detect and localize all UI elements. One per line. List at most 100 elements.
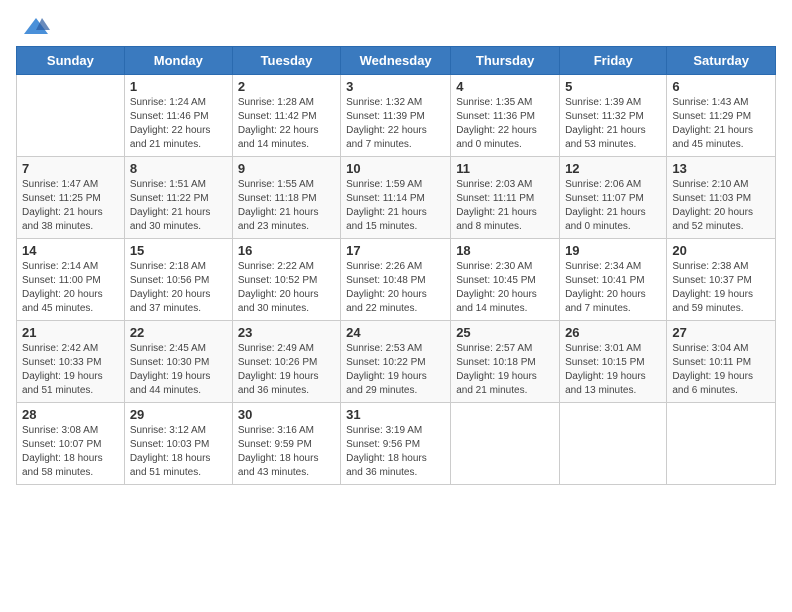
- day-info: Sunrise: 1:32 AM Sunset: 11:39 PM Daylig…: [346, 96, 445, 152]
- header-day-friday: Friday: [560, 47, 667, 75]
- calendar-cell: 15 Sunrise: 2:18 AM Sunset: 10:56 PM Dayl…: [124, 239, 232, 321]
- calendar-cell: 12Sunrise: 2:06 AM Sunset: 11:07 PM Dayl…: [560, 157, 667, 239]
- day-info: Sunrise: 3:12 AM Sunset: 10:03 PM Daylig…: [130, 424, 227, 480]
- day-info: Sunrise: 1:47 AM Sunset: 11:25 PM Daylig…: [22, 178, 119, 234]
- day-number: 8: [130, 161, 227, 176]
- day-number: 23: [238, 325, 335, 340]
- calendar-cell: 9 Sunrise: 1:55 AM Sunset: 11:18 PM Dayli…: [232, 157, 340, 239]
- header-day-thursday: Thursday: [451, 47, 560, 75]
- day-number: 28: [22, 407, 119, 422]
- day-info: Sunrise: 1:35 AM Sunset: 11:36 PM Daylig…: [456, 96, 554, 152]
- week-row-1: 1 Sunrise: 1:24 AM Sunset: 11:46 PM Dayli…: [17, 75, 776, 157]
- day-number: 11: [456, 161, 554, 176]
- calendar-cell: [17, 75, 125, 157]
- day-number: 15: [130, 243, 227, 258]
- calendar-header: SundayMondayTuesdayWednesdayThursdayFrid…: [17, 47, 776, 75]
- calendar-cell: 24 Sunrise: 2:53 AM Sunset: 10:22 PM Dayl…: [341, 321, 451, 403]
- day-info: Sunrise: 1:51 AM Sunset: 11:22 PM Daylig…: [130, 178, 227, 234]
- day-number: 6: [672, 79, 770, 94]
- calendar-cell: 1 Sunrise: 1:24 AM Sunset: 11:46 PM Dayli…: [124, 75, 232, 157]
- day-info: Sunrise: 1:24 AM Sunset: 11:46 PM Daylig…: [130, 96, 227, 152]
- day-number: 1: [130, 79, 227, 94]
- header-day-sunday: Sunday: [17, 47, 125, 75]
- day-info: Sunrise: 2:03 AM Sunset: 11:11 PM Daylig…: [456, 178, 554, 234]
- calendar-cell: 23 Sunrise: 2:49 AM Sunset: 10:26 PM Dayl…: [232, 321, 340, 403]
- calendar-cell: 4 Sunrise: 1:35 AM Sunset: 11:36 PM Dayli…: [451, 75, 560, 157]
- calendar-cell: 20 Sunrise: 2:38 AM Sunset: 10:37 PM Dayl…: [667, 239, 776, 321]
- week-row-4: 21 Sunrise: 2:42 AM Sunset: 10:33 PM Dayl…: [17, 321, 776, 403]
- week-row-3: 14Sunrise: 2:14 AM Sunset: 11:00 PM Dayl…: [17, 239, 776, 321]
- day-number: 10: [346, 161, 445, 176]
- day-info: Sunrise: 2:45 AM Sunset: 10:30 PM Daylig…: [130, 342, 227, 398]
- header-row: SundayMondayTuesdayWednesdayThursdayFrid…: [17, 47, 776, 75]
- calendar-cell: [667, 403, 776, 485]
- calendar-cell: 7 Sunrise: 1:47 AM Sunset: 11:25 PM Dayli…: [17, 157, 125, 239]
- day-info: Sunrise: 3:19 AM Sunset: 9:56 PM Dayligh…: [346, 424, 445, 480]
- calendar-cell: 18 Sunrise: 2:30 AM Sunset: 10:45 PM Dayl…: [451, 239, 560, 321]
- calendar-cell: 3 Sunrise: 1:32 AM Sunset: 11:39 PM Dayli…: [341, 75, 451, 157]
- day-number: 9: [238, 161, 335, 176]
- calendar-cell: 28 Sunrise: 3:08 AM Sunset: 10:07 PM Dayl…: [17, 403, 125, 485]
- calendar-cell: 17 Sunrise: 2:26 AM Sunset: 10:48 PM Dayl…: [341, 239, 451, 321]
- day-number: 27: [672, 325, 770, 340]
- day-number: 2: [238, 79, 335, 94]
- day-number: 20: [672, 243, 770, 258]
- calendar-cell: 30Sunrise: 3:16 AM Sunset: 9:59 PM Dayli…: [232, 403, 340, 485]
- day-info: Sunrise: 2:34 AM Sunset: 10:41 PM Daylig…: [565, 260, 661, 316]
- day-number: 21: [22, 325, 119, 340]
- day-info: Sunrise: 2:14 AM Sunset: 11:00 PM Daylig…: [22, 260, 119, 316]
- calendar-cell: 19 Sunrise: 2:34 AM Sunset: 10:41 PM Dayl…: [560, 239, 667, 321]
- header-day-wednesday: Wednesday: [341, 47, 451, 75]
- calendar-cell: 13Sunrise: 2:10 AM Sunset: 11:03 PM Dayl…: [667, 157, 776, 239]
- day-number: 25: [456, 325, 554, 340]
- day-info: Sunrise: 2:57 AM Sunset: 10:18 PM Daylig…: [456, 342, 554, 398]
- day-info: Sunrise: 2:06 AM Sunset: 11:07 PM Daylig…: [565, 178, 661, 234]
- calendar-cell: 14Sunrise: 2:14 AM Sunset: 11:00 PM Dayl…: [17, 239, 125, 321]
- day-number: 29: [130, 407, 227, 422]
- calendar-cell: 8 Sunrise: 1:51 AM Sunset: 11:22 PM Dayli…: [124, 157, 232, 239]
- day-info: Sunrise: 3:04 AM Sunset: 10:11 PM Daylig…: [672, 342, 770, 398]
- header: [16, 16, 776, 38]
- day-info: Sunrise: 2:38 AM Sunset: 10:37 PM Daylig…: [672, 260, 770, 316]
- day-number: 7: [22, 161, 119, 176]
- calendar-body: 1 Sunrise: 1:24 AM Sunset: 11:46 PM Dayli…: [17, 75, 776, 485]
- day-info: Sunrise: 3:08 AM Sunset: 10:07 PM Daylig…: [22, 424, 119, 480]
- calendar-cell: 25 Sunrise: 2:57 AM Sunset: 10:18 PM Dayl…: [451, 321, 560, 403]
- calendar-cell: 27 Sunrise: 3:04 AM Sunset: 10:11 PM Dayl…: [667, 321, 776, 403]
- day-info: Sunrise: 1:39 AM Sunset: 11:32 PM Daylig…: [565, 96, 661, 152]
- calendar-cell: 11 Sunrise: 2:03 AM Sunset: 11:11 PM Dayl…: [451, 157, 560, 239]
- calendar-cell: 16Sunrise: 2:22 AM Sunset: 10:52 PM Dayl…: [232, 239, 340, 321]
- day-info: Sunrise: 2:18 AM Sunset: 10:56 PM Daylig…: [130, 260, 227, 316]
- week-row-5: 28 Sunrise: 3:08 AM Sunset: 10:07 PM Dayl…: [17, 403, 776, 485]
- day-info: Sunrise: 2:10 AM Sunset: 11:03 PM Daylig…: [672, 178, 770, 234]
- day-info: Sunrise: 3:16 AM Sunset: 9:59 PM Dayligh…: [238, 424, 335, 480]
- day-number: 17: [346, 243, 445, 258]
- day-number: 18: [456, 243, 554, 258]
- day-info: Sunrise: 2:53 AM Sunset: 10:22 PM Daylig…: [346, 342, 445, 398]
- day-number: 31: [346, 407, 445, 422]
- day-number: 4: [456, 79, 554, 94]
- calendar-cell: 31 Sunrise: 3:19 AM Sunset: 9:56 PM Dayli…: [341, 403, 451, 485]
- day-number: 3: [346, 79, 445, 94]
- day-number: 24: [346, 325, 445, 340]
- day-info: Sunrise: 2:30 AM Sunset: 10:45 PM Daylig…: [456, 260, 554, 316]
- day-info: Sunrise: 2:26 AM Sunset: 10:48 PM Daylig…: [346, 260, 445, 316]
- day-number: 5: [565, 79, 661, 94]
- day-info: Sunrise: 1:28 AM Sunset: 11:42 PM Daylig…: [238, 96, 335, 152]
- calendar-cell: 5 Sunrise: 1:39 AM Sunset: 11:32 PM Dayli…: [560, 75, 667, 157]
- calendar-cell: [560, 403, 667, 485]
- header-day-saturday: Saturday: [667, 47, 776, 75]
- day-info: Sunrise: 2:22 AM Sunset: 10:52 PM Daylig…: [238, 260, 335, 316]
- day-number: 22: [130, 325, 227, 340]
- calendar-cell: 29 Sunrise: 3:12 AM Sunset: 10:03 PM Dayl…: [124, 403, 232, 485]
- day-info: Sunrise: 2:49 AM Sunset: 10:26 PM Daylig…: [238, 342, 335, 398]
- day-number: 19: [565, 243, 661, 258]
- day-info: Sunrise: 3:01 AM Sunset: 10:15 PM Daylig…: [565, 342, 661, 398]
- calendar-table: SundayMondayTuesdayWednesdayThursdayFrid…: [16, 46, 776, 485]
- calendar-cell: 21 Sunrise: 2:42 AM Sunset: 10:33 PM Dayl…: [17, 321, 125, 403]
- day-info: Sunrise: 2:42 AM Sunset: 10:33 PM Daylig…: [22, 342, 119, 398]
- day-info: Sunrise: 1:55 AM Sunset: 11:18 PM Daylig…: [238, 178, 335, 234]
- day-info: Sunrise: 1:43 AM Sunset: 11:29 PM Daylig…: [672, 96, 770, 152]
- logo: [16, 16, 50, 38]
- day-info: Sunrise: 1:59 AM Sunset: 11:14 PM Daylig…: [346, 178, 445, 234]
